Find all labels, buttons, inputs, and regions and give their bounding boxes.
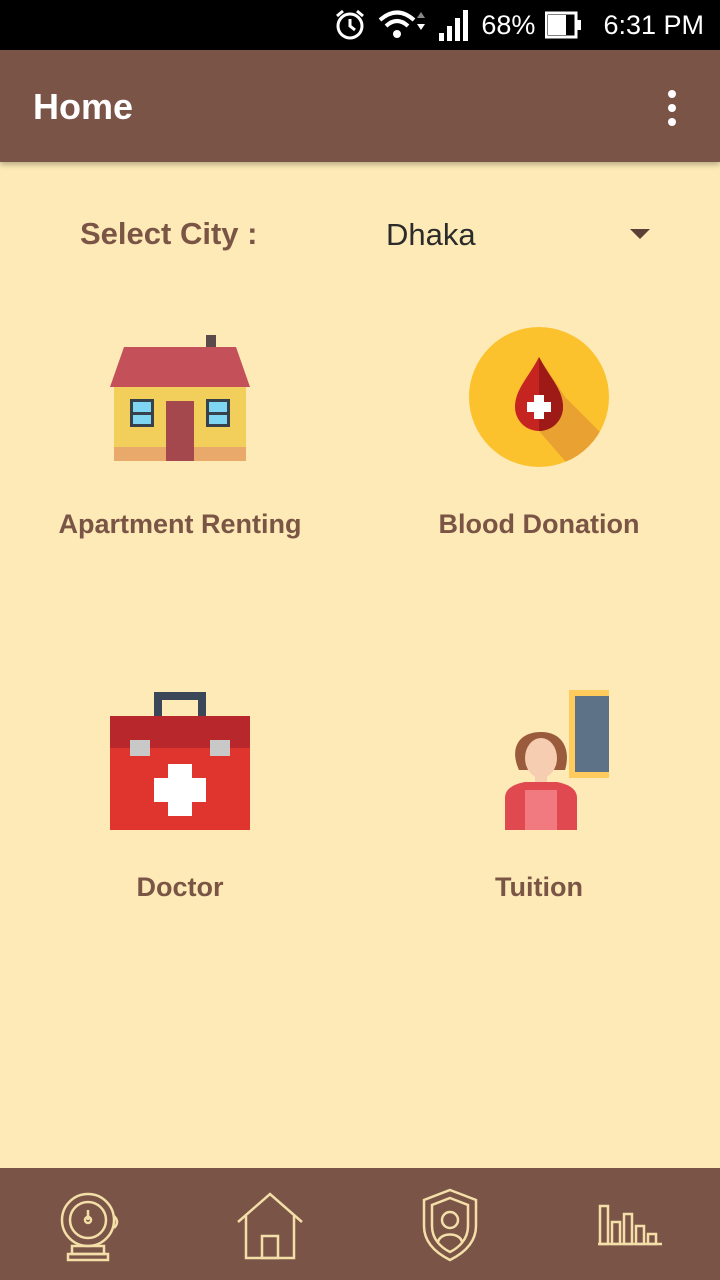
home-icon[interactable]: [230, 1186, 310, 1266]
house-icon: [110, 327, 250, 467]
city-dropdown[interactable]: Dhaka: [370, 205, 670, 265]
select-city-label: Select City :: [80, 216, 258, 251]
cellular-signal-icon: [437, 9, 471, 41]
more-vert-icon[interactable]: [656, 88, 688, 128]
tile-label: Apartment Renting: [58, 509, 302, 539]
wifi-icon: [377, 8, 427, 42]
tile-blood-donation[interactable]: Blood Donation: [389, 327, 689, 587]
tile-label: Tuition: [495, 872, 583, 902]
bar-chart-icon[interactable]: [590, 1186, 670, 1266]
page-title: Home: [33, 86, 134, 127]
status-bar: 68% 6:31 PM: [0, 0, 720, 50]
alarm-icon: [333, 8, 367, 42]
city-dropdown-value: Dhaka: [386, 217, 476, 252]
alarm-bell-icon[interactable]: [50, 1186, 130, 1266]
tile-label: Doctor: [136, 872, 224, 902]
tile-doctor[interactable]: Doctor: [30, 690, 330, 950]
user-shield-icon[interactable]: [410, 1186, 490, 1266]
blood-drop-icon: [469, 327, 609, 467]
tile-tuition[interactable]: Tuition: [389, 690, 689, 950]
tile-label: Blood Donation: [438, 509, 640, 539]
battery-icon: [545, 11, 583, 39]
dropdown-arrow-icon: [628, 227, 652, 246]
teacher-icon: [469, 690, 689, 830]
bottom-nav: [0, 1168, 720, 1280]
status-time: 6:31 PM: [603, 9, 704, 40]
battery-percent: 68%: [481, 9, 536, 40]
first-aid-kit-icon: [110, 690, 250, 830]
tile-apartment-renting[interactable]: Apartment Renting: [30, 327, 330, 587]
app-bar: Home: [0, 50, 720, 162]
